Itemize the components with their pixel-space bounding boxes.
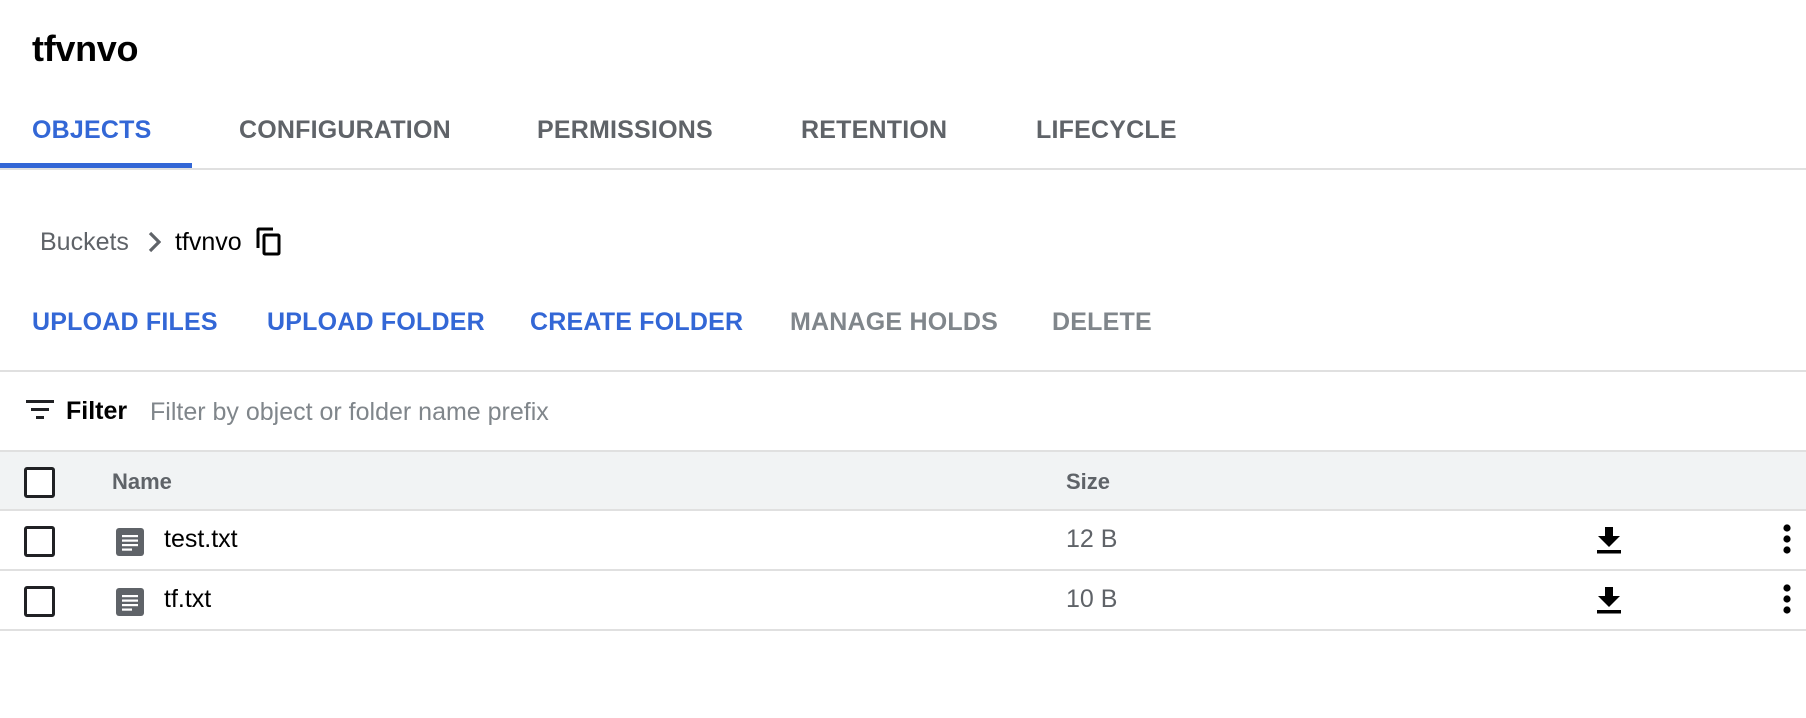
filter-label: Filter (66, 397, 128, 425)
text-file-icon (116, 528, 144, 561)
breadcrumb-buckets-link[interactable]: Buckets (40, 228, 129, 257)
more-vert-icon[interactable] (1782, 583, 1792, 620)
filter-input[interactable] (150, 392, 1050, 432)
breadcrumb: Buckets tfvnvo (40, 224, 282, 260)
text-file-icon (116, 588, 144, 621)
chevron-right-icon (147, 231, 161, 253)
file-size: 10 B (1066, 585, 1118, 613)
filter-bar: Filter (0, 372, 1806, 452)
tab-bar: OBJECTS CONFIGURATION PERMISSIONS RETENT… (0, 108, 1806, 170)
row-checkbox[interactable] (24, 586, 55, 617)
column-header-size[interactable]: Size (1066, 469, 1110, 495)
breadcrumb-current-bucket: tfvnvo (174, 227, 242, 256)
tab-retention[interactable]: RETENTION (801, 116, 947, 145)
tab-permissions[interactable]: PERMISSIONS (537, 116, 713, 145)
column-header-name[interactable]: Name (112, 469, 172, 495)
tab-lifecycle[interactable]: LIFECYCLE (1036, 116, 1177, 145)
objects-table: Name Size test.txt 12 B tf.txt 10 B (0, 452, 1806, 631)
upload-files-button[interactable]: UPLOAD FILES (32, 308, 218, 337)
object-actions-toolbar: UPLOAD FILES UPLOAD FOLDER CREATE FOLDER… (0, 300, 1806, 372)
download-icon[interactable] (1596, 585, 1622, 620)
delete-button[interactable]: DELETE (1052, 308, 1152, 337)
manage-holds-button[interactable]: MANAGE HOLDS (790, 308, 998, 337)
filter-list-icon (26, 399, 54, 426)
table-row: test.txt 12 B (0, 511, 1806, 571)
tab-objects[interactable]: OBJECTS (32, 116, 151, 145)
row-checkbox[interactable] (24, 526, 55, 557)
copy-icon[interactable] (256, 227, 282, 257)
download-icon[interactable] (1596, 525, 1622, 560)
table-row: tf.txt 10 B (0, 571, 1806, 631)
page-title: tfvnvo (32, 28, 139, 69)
file-name-link[interactable]: test.txt (164, 525, 238, 554)
file-size: 12 B (1066, 525, 1118, 553)
active-tab-indicator (0, 163, 192, 168)
more-vert-icon[interactable] (1782, 523, 1792, 560)
table-header: Name Size (0, 452, 1806, 511)
tab-configuration[interactable]: CONFIGURATION (239, 116, 451, 145)
select-all-checkbox[interactable] (24, 467, 55, 498)
create-folder-button[interactable]: CREATE FOLDER (530, 308, 743, 337)
upload-folder-button[interactable]: UPLOAD FOLDER (267, 308, 485, 337)
file-name-link[interactable]: tf.txt (164, 585, 211, 614)
